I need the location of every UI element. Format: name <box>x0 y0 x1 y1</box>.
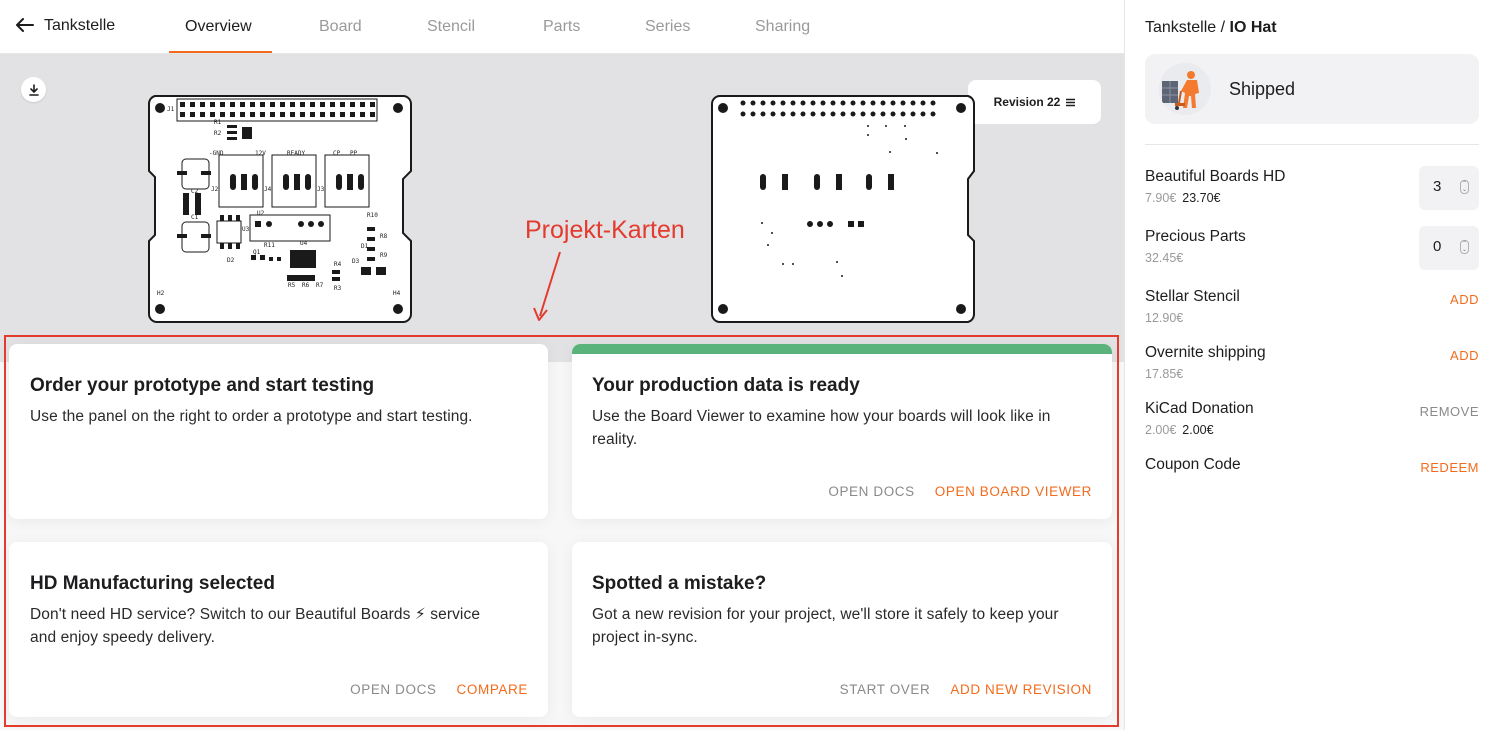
card-text: Use the panel on the right to order a pr… <box>30 408 473 425</box>
success-bar <box>572 344 1112 354</box>
line-item-kicad-donation: KiCad Donation 2.00€ 2.00€ REMOVE <box>1145 400 1479 437</box>
svg-text:Q1: Q1 <box>253 249 261 256</box>
quantity-stepper[interactable]: 3 ⌃ ⌄ <box>1419 166 1479 210</box>
svg-text:R4: R4 <box>334 261 342 268</box>
card-spotted-mistake: Spotted a mistake? Got a new revision fo… <box>572 542 1112 717</box>
order-panel: Tankstelle / IO Hat Shipped Beautiful Bo… <box>1124 0 1493 730</box>
svg-text:R6: R6 <box>302 282 310 289</box>
svg-text:CP: CP <box>333 150 341 157</box>
line-item-beautiful-boards: Beautiful Boards HD 7.90€ 23.70€ 3 ⌃ ⌄ <box>1145 166 1479 210</box>
start-over-button[interactable]: START OVER <box>840 682 931 697</box>
card-title: Spotted a mistake? <box>592 573 767 594</box>
item-name: Stellar Stencil <box>1145 288 1240 305</box>
breadcrumb-board: IO Hat <box>1229 19 1277 36</box>
compare-button[interactable]: COMPARE <box>457 682 528 697</box>
card-title: HD Manufacturing selected <box>30 573 275 594</box>
card-production-data: Your production data is ready Use the Bo… <box>572 344 1112 519</box>
order-status: Shipped <box>1145 54 1479 124</box>
quantity-value: 0 <box>1433 238 1442 255</box>
svg-text:R7: R7 <box>316 282 324 289</box>
divider <box>1145 144 1479 145</box>
status-label: Shipped <box>1229 78 1296 99</box>
tab-sharing[interactable]: Sharing <box>755 18 810 36</box>
breadcrumb-separator: / <box>1220 19 1226 36</box>
item-price: 2.00€ 2.00€ <box>1145 423 1214 437</box>
project-breadcrumb: Tankstelle / IO Hat <box>1145 19 1277 37</box>
card-text: Use the Board Viewer to examine how your… <box>592 408 1051 448</box>
tab-stencil[interactable]: Stencil <box>427 18 475 36</box>
tab-board[interactable]: Board <box>319 18 362 36</box>
download-button[interactable] <box>21 77 46 102</box>
add-stencil-button[interactable]: ADD <box>1450 292 1479 307</box>
svg-text:R2: R2 <box>214 130 222 137</box>
svg-text:12V: 12V <box>255 150 266 157</box>
menu-icon <box>1066 98 1076 106</box>
card-title: Order your prototype and start testing <box>30 375 375 396</box>
svg-text:READY: READY <box>287 150 305 157</box>
pcb-back-render <box>711 95 975 323</box>
delivery-person-icon <box>1159 63 1211 115</box>
tab-overview[interactable]: Overview <box>185 18 252 36</box>
add-new-revision-button[interactable]: ADD NEW REVISION <box>950 682 1092 697</box>
svg-text:R9: R9 <box>380 252 388 259</box>
open-board-viewer-button[interactable]: OPEN BOARD VIEWER <box>935 484 1092 499</box>
svg-text:R8: R8 <box>380 233 388 240</box>
card-text: Don't need HD service? Switch to our Bea… <box>30 606 481 646</box>
svg-text:R10: R10 <box>367 212 378 219</box>
revision-selector[interactable]: Revision 22 <box>968 80 1101 124</box>
svg-text:R11: R11 <box>264 242 275 249</box>
line-item-precious-parts: Precious Parts 32.45€ 0 ⌃ ⌄ <box>1145 226 1479 270</box>
line-item-stellar-stencil: Stellar Stencil 12.90€ ADD <box>1145 288 1479 325</box>
item-name: Overnite shipping <box>1145 344 1266 361</box>
arrow-left-icon <box>16 16 34 36</box>
svg-text:J1: J1 <box>167 106 175 113</box>
back-button[interactable]: Tankstelle <box>16 16 115 36</box>
redeem-coupon-button[interactable]: REDEEM <box>1420 460 1479 475</box>
svg-text:D3: D3 <box>352 258 360 265</box>
svg-text:-GND: -GND <box>209 150 224 157</box>
card-text: Got a new revision for your project, we'… <box>592 606 1059 646</box>
remove-donation-button[interactable]: REMOVE <box>1420 404 1479 419</box>
tab-series[interactable]: Series <box>645 18 690 36</box>
svg-text:J3: J3 <box>317 186 325 193</box>
svg-text:U3: U3 <box>242 226 250 233</box>
svg-text:J4: J4 <box>264 186 272 193</box>
svg-text:R3: R3 <box>334 285 342 292</box>
card-hd-manufacturing: HD Manufacturing selected Don't need HD … <box>9 542 548 717</box>
spinner-icon[interactable]: ⌃ ⌄ <box>1460 240 1469 254</box>
line-item-overnite-shipping: Overnite shipping 17.85€ ADD <box>1145 344 1479 381</box>
active-tab-indicator <box>169 51 272 53</box>
quantity-stepper[interactable]: 0 ⌃ ⌄ <box>1419 226 1479 270</box>
item-price: 17.85€ <box>1145 367 1184 381</box>
open-docs-button[interactable]: OPEN DOCS <box>350 682 436 697</box>
svg-text:C1: C1 <box>191 214 199 221</box>
revision-label: Revision 22 <box>993 95 1061 109</box>
line-item-coupon-code: Coupon Code REDEEM <box>1145 456 1479 475</box>
item-price: 12.90€ <box>1145 311 1184 325</box>
breadcrumb-project[interactable]: Tankstelle <box>1145 19 1216 36</box>
add-shipping-button[interactable]: ADD <box>1450 348 1479 363</box>
tab-parts[interactable]: Parts <box>543 18 580 36</box>
svg-text:J2: J2 <box>211 186 219 193</box>
svg-text:U2: U2 <box>257 210 265 217</box>
top-navigation: Tankstelle Overview Board Stencil Parts … <box>0 0 1124 54</box>
spinner-icon[interactable]: ⌃ ⌄ <box>1460 180 1469 194</box>
card-order-prototype: Order your prototype and start testing U… <box>9 344 548 519</box>
annotation-arrow-icon <box>533 251 561 321</box>
download-icon <box>28 83 39 96</box>
svg-text:D2: D2 <box>227 257 235 264</box>
pcb-front-render: J1 R1 R2 -GND 12V READY CP PP C2 C1 J2 J… <box>148 95 412 323</box>
card-title: Your production data is ready <box>592 375 860 396</box>
svg-text:R5: R5 <box>288 282 296 289</box>
open-docs-button[interactable]: OPEN DOCS <box>828 484 914 499</box>
annotation-label: Projekt-Karten <box>525 216 685 244</box>
quantity-value: 3 <box>1433 178 1442 195</box>
svg-text:H2: H2 <box>157 290 165 297</box>
back-label: Tankstelle <box>44 17 116 34</box>
svg-text:H4: H4 <box>393 290 401 297</box>
svg-text:R1: R1 <box>214 119 222 126</box>
svg-text:PP: PP <box>350 150 358 157</box>
